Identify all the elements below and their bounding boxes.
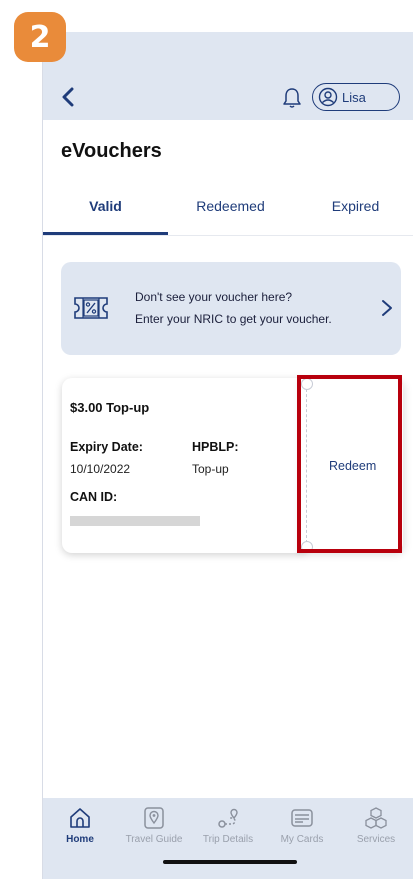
route-icon	[218, 808, 238, 828]
nav-home[interactable]: Home	[43, 798, 117, 858]
map-pin-icon	[144, 807, 164, 829]
chevron-left-icon	[62, 87, 74, 107]
home-icon	[70, 808, 90, 828]
can-id-label: CAN ID:	[70, 490, 118, 504]
boxes-icon	[365, 807, 387, 829]
bell-icon	[283, 88, 301, 108]
nav-travel-guide-label: Travel Guide	[125, 834, 183, 845]
tab-expired[interactable]: Expired	[293, 192, 413, 236]
nav-trip-details[interactable]: Trip Details	[191, 798, 265, 858]
highlight-box	[297, 375, 402, 553]
phone-screen: Lisa eVouchers Valid Redeemed Expired Do…	[42, 32, 413, 879]
expiry-date-label: Expiry Date:	[70, 440, 143, 454]
notifications-button[interactable]	[279, 84, 305, 112]
banner-line-1: Don't see your voucher here?	[135, 290, 293, 304]
bottom-nav: Home Travel Guide Trip Details My Cards …	[43, 798, 413, 879]
voucher-card: $3.00 Top-up Expiry Date: 10/10/2022 HPB…	[62, 378, 308, 553]
step-badge: 2	[14, 12, 66, 62]
home-indicator	[163, 860, 297, 864]
page-title: eVouchers	[61, 140, 162, 162]
voucher-percent-icon	[74, 297, 108, 319]
tab-valid[interactable]: Valid	[43, 192, 168, 236]
nav-services[interactable]: Services	[339, 798, 413, 858]
tab-redeemed[interactable]: Redeemed	[168, 192, 293, 236]
tab-divider	[43, 235, 413, 236]
voucher-title: $3.00 Top-up	[70, 400, 150, 415]
expiry-date-value: 10/10/2022	[70, 462, 131, 476]
chevron-right-icon	[382, 300, 392, 316]
voucher-tabs: Valid Redeemed Expired	[43, 192, 413, 236]
nav-home-label: Home	[66, 834, 94, 845]
back-button[interactable]	[55, 84, 81, 110]
hpblp-value: Top-up	[192, 462, 229, 476]
nav-services-label: Services	[356, 834, 396, 845]
user-name: Lisa	[342, 89, 366, 105]
user-icon	[317, 86, 339, 108]
can-id-redacted	[70, 516, 200, 526]
nav-my-cards-label: My Cards	[280, 834, 324, 845]
hpblp-label: HPBLP:	[192, 440, 239, 454]
profile-button[interactable]: Lisa	[312, 83, 400, 111]
nav-my-cards[interactable]: My Cards	[265, 798, 339, 858]
card-icon	[291, 809, 313, 827]
nav-trip-details-label: Trip Details	[202, 834, 254, 845]
nav-travel-guide[interactable]: Travel Guide	[117, 798, 191, 858]
nric-voucher-banner[interactable]: Don't see your voucher here? Enter your …	[61, 262, 401, 355]
banner-line-2: Enter your NRIC to get your voucher.	[135, 312, 332, 326]
